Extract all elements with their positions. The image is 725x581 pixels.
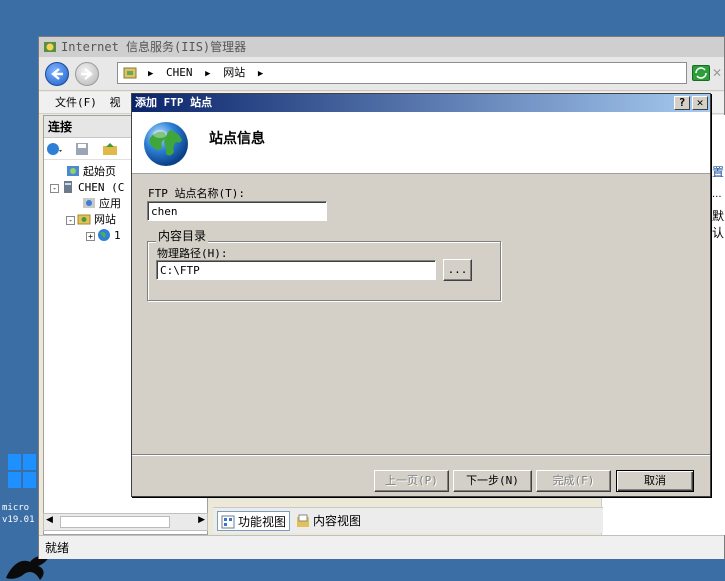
server-icon bbox=[64, 181, 72, 193]
sites-folder-icon bbox=[77, 214, 91, 225]
breadcrumb-server[interactable]: CHEN bbox=[166, 66, 193, 79]
globe-icon bbox=[144, 122, 188, 166]
expand-icon[interactable]: + bbox=[86, 232, 95, 241]
collapse-icon[interactable]: - bbox=[66, 216, 75, 225]
physical-path-label: 物理路径(H): bbox=[157, 247, 228, 260]
menu-view[interactable]: 视 bbox=[110, 96, 121, 109]
browse-button[interactable]: ... bbox=[443, 259, 472, 281]
folder-up-icon[interactable] bbox=[102, 141, 118, 157]
dialog-header-title: 站点信息 bbox=[209, 131, 265, 147]
tree-item-server[interactable]: - CHEN (C bbox=[50, 180, 124, 196]
help-button[interactable]: ? bbox=[674, 96, 690, 110]
site-name-input[interactable] bbox=[147, 201, 327, 221]
menu-file[interactable]: 文件(F) bbox=[55, 96, 97, 109]
cancel-button[interactable]: 取消 bbox=[616, 470, 694, 492]
close-button[interactable]: ✕ bbox=[692, 96, 708, 110]
actions-fragment: ... bbox=[712, 189, 722, 200]
iis-app-icon bbox=[44, 42, 56, 52]
site-name-label: FTP 站点名称(T): bbox=[148, 187, 245, 200]
arrow-right-icon bbox=[81, 68, 93, 80]
tree-item-start-page[interactable]: 起始页 bbox=[66, 164, 116, 180]
features-view-icon bbox=[221, 515, 235, 529]
tab-features-view[interactable]: 功能视图 bbox=[217, 511, 291, 531]
back-button[interactable] bbox=[45, 62, 69, 86]
actions-fragment[interactable]: 默认 bbox=[712, 207, 725, 241]
navigation-bar: ▶ CHEN ▶ 网站 ▶ ✕ bbox=[39, 57, 724, 91]
physical-path-input[interactable] bbox=[156, 260, 436, 280]
forward-button[interactable] bbox=[75, 62, 99, 86]
horizontal-scrollbar[interactable]: ◀ ▶ bbox=[43, 513, 208, 531]
content-view-icon bbox=[297, 514, 309, 527]
scroll-left-icon[interactable]: ◀ bbox=[46, 515, 53, 525]
scrollbar-thumb[interactable] bbox=[60, 516, 170, 528]
finish-button[interactable]: 完成(F) bbox=[536, 470, 611, 492]
windows-logo-icon bbox=[8, 454, 38, 490]
server-icon bbox=[123, 67, 137, 79]
app-pools-icon bbox=[83, 198, 95, 208]
arrow-left-icon bbox=[51, 68, 63, 80]
breadcrumb-separator: ▶ bbox=[148, 69, 154, 79]
add-ftp-site-dialog: 添加 FTP 站点 ? ✕ 站点信息 FTP 站点名称(T): 内容目录 物理路… bbox=[131, 93, 711, 497]
collapse-icon[interactable]: - bbox=[50, 184, 59, 193]
dialog-footer-divider bbox=[132, 454, 710, 456]
refresh-icon bbox=[695, 67, 707, 79]
address-bar[interactable]: ▶ CHEN ▶ 网站 ▶ bbox=[117, 62, 687, 84]
status-bar: 就绪 bbox=[39, 535, 724, 559]
tab-content-view[interactable]: 内容视图 bbox=[293, 511, 364, 531]
dialog-title-bar: 添加 FTP 站点 ? ✕ bbox=[132, 94, 710, 112]
tree-item-sites[interactable]: - 网站 bbox=[66, 212, 116, 228]
connect-globe-icon[interactable] bbox=[46, 141, 62, 157]
refresh-button[interactable] bbox=[692, 65, 710, 81]
actions-fragment[interactable]: 置 bbox=[712, 163, 724, 180]
next-button[interactable]: 下一步(N) bbox=[453, 470, 532, 492]
breadcrumb-sites[interactable]: 网站 bbox=[223, 66, 245, 79]
previous-button[interactable]: 上一页(P) bbox=[374, 470, 449, 492]
iis-title-bar: Internet 信息服务(IIS)管理器 bbox=[39, 37, 724, 57]
breadcrumb-separator: ▶ bbox=[257, 69, 264, 79]
view-tabs: 功能视图 内容视图 bbox=[213, 507, 603, 533]
start-page-icon bbox=[67, 166, 79, 176]
save-icon[interactable] bbox=[74, 141, 90, 157]
content-directory-legend: 内容目录 bbox=[156, 227, 209, 244]
globe-icon bbox=[98, 229, 110, 241]
dialog-header: 站点信息 bbox=[132, 112, 710, 174]
dialog-title: 添加 FTP 站点 bbox=[135, 96, 213, 109]
tree-item-site[interactable]: +1 bbox=[86, 228, 121, 244]
stop-button[interactable]: ✕ bbox=[712, 65, 725, 81]
tree-item-app-pools[interactable]: 应用 bbox=[82, 196, 121, 212]
iis-title-text: Internet 信息服务(IIS)管理器 bbox=[61, 40, 247, 54]
breadcrumb-separator: ▶ bbox=[205, 69, 211, 79]
desktop-text: micro v19.01 bbox=[2, 503, 35, 525]
scroll-right-icon[interactable]: ▶ bbox=[198, 515, 205, 525]
